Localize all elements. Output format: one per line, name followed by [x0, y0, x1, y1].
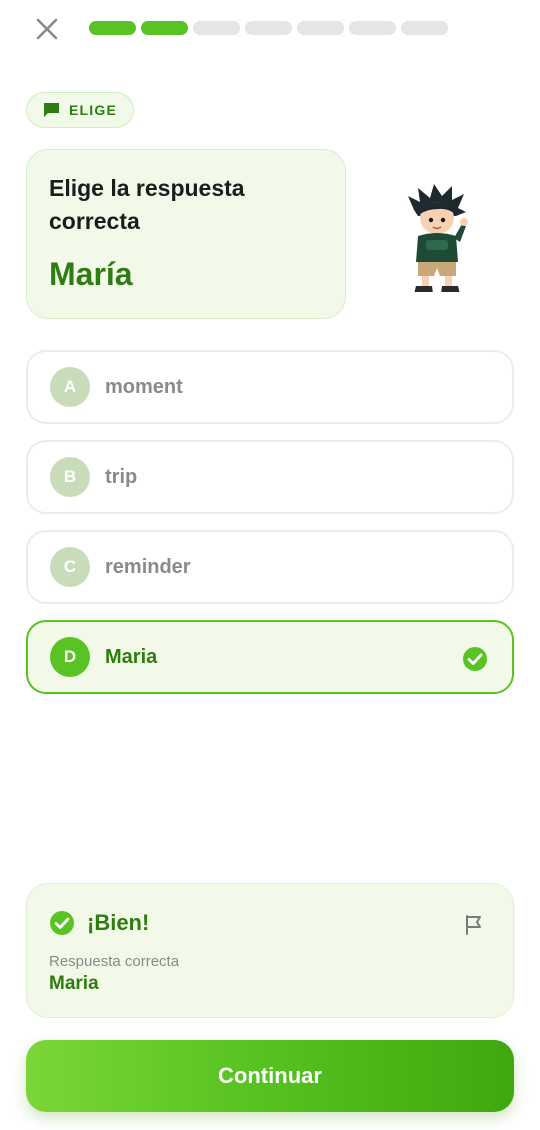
option-d[interactable]: D Maria: [26, 620, 514, 694]
option-letter: A: [50, 367, 90, 407]
option-text: moment: [105, 375, 183, 398]
progress-segment: [349, 21, 396, 35]
option-text: trip: [105, 465, 138, 488]
progress-segment: [193, 21, 240, 35]
feedback-header: ¡Bien!: [49, 910, 149, 936]
feedback-title: ¡Bien!: [87, 910, 150, 935]
option-letter: D: [50, 637, 90, 677]
character-illustration: [408, 184, 468, 295]
option-b[interactable]: B trip: [26, 440, 514, 514]
flag-icon[interactable]: [463, 914, 485, 936]
close-icon: [36, 18, 58, 40]
close-button[interactable]: [30, 12, 64, 46]
feedback-panel: ¡Bien! Respuesta correcta Maria: [26, 883, 514, 1018]
exercise-type-badge: ELIGE: [26, 92, 135, 128]
prompt-instruction: Elige la respuesta correcta: [49, 175, 245, 234]
progress-segment: [297, 21, 344, 35]
badge-label: ELIGE: [69, 102, 118, 118]
option-letter: B: [50, 457, 90, 497]
option-letter: C: [50, 547, 90, 587]
continue-button-label: Continuar: [218, 1063, 322, 1088]
option-c[interactable]: C reminder: [26, 530, 514, 604]
prompt-word: María: [49, 256, 133, 292]
lesson-progress-bar: [89, 21, 448, 35]
feedback-correct-answer: Maria: [49, 973, 99, 994]
top-bar: [0, 0, 540, 56]
option-a[interactable]: A moment: [26, 350, 514, 424]
progress-segment: [245, 21, 292, 35]
check-circle-icon: [50, 911, 74, 935]
feedback-subtitle: Respuesta correcta: [49, 953, 180, 970]
prompt-card: Elige la respuesta correcta María: [26, 149, 346, 319]
option-text: Maria: [105, 645, 158, 668]
chat-bubble-icon: [44, 103, 59, 117]
progress-segment-complete: [141, 21, 188, 35]
progress-segment-complete: [89, 21, 136, 35]
check-circle-icon: [463, 647, 487, 671]
continue-button[interactable]: Continuar: [26, 1040, 514, 1112]
option-text: reminder: [105, 555, 191, 578]
progress-segment: [401, 21, 448, 35]
